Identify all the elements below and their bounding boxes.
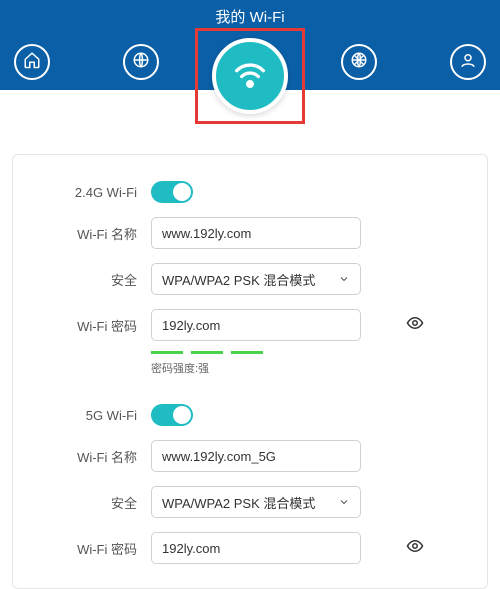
row-5g-password: Wi-Fi 密码 <box>33 532 467 564</box>
label-24g: 2.4G Wi-Fi <box>33 185 151 200</box>
label-24g-password: Wi-Fi 密码 <box>33 316 151 335</box>
wifi-icon <box>230 54 270 99</box>
label-5g-security: 安全 <box>33 493 151 512</box>
toggle-5g[interactable] <box>151 404 193 426</box>
label-5g: 5G Wi-Fi <box>33 408 151 423</box>
input-5g-name[interactable] <box>151 440 361 472</box>
toggle-password-visibility-5g[interactable] <box>405 538 425 558</box>
password-strength-meter <box>151 351 467 354</box>
label-5g-name: Wi-Fi 名称 <box>33 447 151 466</box>
select-24g-security[interactable]: WPA/WPA2 PSK 混合模式 <box>151 263 361 295</box>
chevron-down-icon <box>338 273 350 285</box>
row-24g-password: Wi-Fi 密码 <box>33 309 467 341</box>
nav-wifi-active[interactable] <box>212 38 288 114</box>
globe-settings-icon <box>350 51 368 74</box>
chevron-down-icon <box>338 496 350 508</box>
password-strength-label: 密码强度:强 <box>151 360 467 376</box>
nav-advanced[interactable] <box>341 44 377 80</box>
eye-icon <box>406 537 424 560</box>
select-5g-security[interactable]: WPA/WPA2 PSK 混合模式 <box>151 486 361 518</box>
label-5g-password: Wi-Fi 密码 <box>33 539 151 558</box>
strength-bar <box>151 351 183 354</box>
page-title: 我的 Wi-Fi <box>0 6 500 27</box>
row-24g-strength: 密码强度:强 <box>33 345 467 376</box>
eye-icon <box>406 314 424 337</box>
toggle-24g[interactable] <box>151 181 193 203</box>
input-5g-password[interactable] <box>151 532 361 564</box>
row-24g-name: Wi-Fi 名称 <box>33 217 467 249</box>
strength-bar <box>231 351 263 354</box>
user-icon <box>459 51 477 74</box>
row-24g-security: 安全 WPA/WPA2 PSK 混合模式 <box>33 263 467 295</box>
row-5g-security: 安全 WPA/WPA2 PSK 混合模式 <box>33 486 467 518</box>
toggle-password-visibility-24g[interactable] <box>405 315 425 335</box>
row-5g-toggle: 5G Wi-Fi <box>33 404 467 426</box>
row-5g-name: Wi-Fi 名称 <box>33 440 467 472</box>
select-24g-security-value: WPA/WPA2 PSK 混合模式 <box>162 270 315 289</box>
active-tab-highlight <box>195 28 305 124</box>
nav-user[interactable] <box>450 44 486 80</box>
globe-icon <box>132 51 150 74</box>
select-5g-security-value: WPA/WPA2 PSK 混合模式 <box>162 493 315 512</box>
label-24g-security: 安全 <box>33 270 151 289</box>
strength-bar <box>191 351 223 354</box>
nav-home[interactable] <box>14 44 50 80</box>
row-24g-toggle: 2.4G Wi-Fi <box>33 181 467 203</box>
label-24g-name: Wi-Fi 名称 <box>33 224 151 243</box>
input-24g-password[interactable] <box>151 309 361 341</box>
input-24g-name[interactable] <box>151 217 361 249</box>
nav-network[interactable] <box>123 44 159 80</box>
home-icon <box>23 51 41 74</box>
topbar: 我的 Wi-Fi <box>0 0 500 90</box>
wifi-settings-panel: 2.4G Wi-Fi Wi-Fi 名称 安全 WPA/WPA2 PSK 混合模式… <box>12 154 488 589</box>
